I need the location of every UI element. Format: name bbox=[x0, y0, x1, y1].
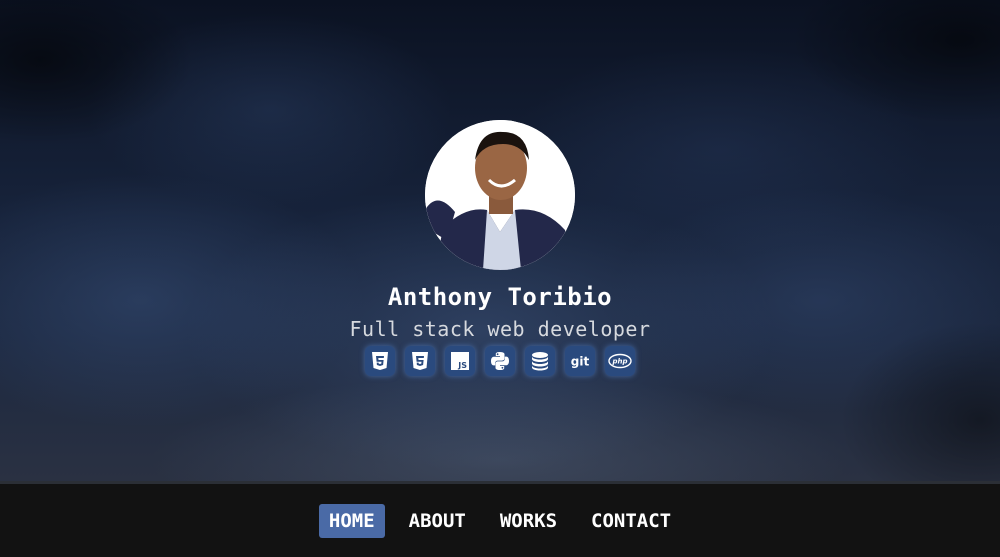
nav-home[interactable]: HOME bbox=[318, 503, 385, 538]
profile-name: Anthony Toribio bbox=[387, 283, 613, 311]
git-icon-label: git bbox=[571, 355, 590, 369]
javascript-icon: JS bbox=[445, 346, 475, 376]
database-icon bbox=[525, 346, 555, 376]
git-icon: git bbox=[565, 346, 595, 376]
nav-works[interactable]: WORKS bbox=[490, 504, 567, 538]
skills-list: JS git php bbox=[0, 346, 1000, 376]
nav-about[interactable]: ABOUT bbox=[399, 504, 476, 538]
profile-role: Full stack web developer bbox=[349, 317, 651, 341]
php-icon: php bbox=[605, 346, 635, 376]
python-icon bbox=[485, 346, 515, 376]
html5-icon bbox=[365, 346, 395, 376]
hero-background: Anthony Toribio Full stack web developer… bbox=[0, 0, 1000, 481]
avatar bbox=[425, 120, 575, 270]
php-icon-label: php bbox=[611, 358, 627, 366]
nav-contact[interactable]: CONTACT bbox=[581, 504, 681, 538]
main-nav: HOME ABOUT WORKS CONTACT bbox=[0, 481, 1000, 557]
profile-section: Anthony Toribio Full stack web developer… bbox=[0, 120, 1000, 376]
css3-icon bbox=[405, 346, 435, 376]
javascript-icon-label: JS bbox=[457, 361, 467, 370]
